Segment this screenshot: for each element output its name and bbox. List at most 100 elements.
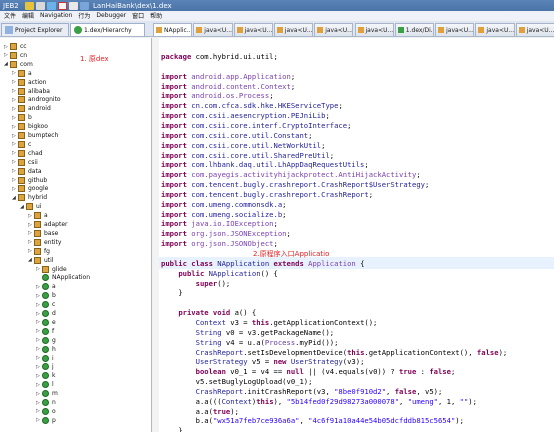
toolbar-icon-3[interactable] bbox=[47, 1, 56, 10]
code-tab[interactable]: java<U... bbox=[233, 23, 273, 36]
tab-label: 1.dex/Hierarchy bbox=[84, 26, 132, 34]
tree-class-item[interactable]: ▷ d bbox=[36, 309, 56, 318]
tree-item-label: c bbox=[52, 301, 56, 309]
tree-package-item[interactable]: ▷ b bbox=[12, 113, 32, 122]
tree-class-item[interactable]: ▷ h bbox=[36, 345, 56, 354]
tree-package-item[interactable]: ▷ entity bbox=[28, 238, 61, 247]
tree-item-label: fg bbox=[44, 247, 50, 255]
package-icon bbox=[18, 96, 25, 104]
code-tab[interactable]: java<U... bbox=[515, 23, 554, 36]
tree-class-item[interactable]: NApplication bbox=[36, 273, 90, 282]
tree-package-item[interactable]: ▷ adapter bbox=[28, 220, 67, 229]
code-tab[interactable]: java<U... bbox=[273, 23, 314, 36]
code-line: } bbox=[161, 425, 182, 432]
code-token: , bbox=[386, 386, 395, 396]
tree-package-item[interactable]: ▷ cc bbox=[4, 42, 27, 51]
tree-item-label: adapter bbox=[44, 221, 68, 228]
code-token: import bbox=[161, 160, 187, 170]
tree-package-item[interactable]: ▷ github bbox=[12, 176, 47, 185]
tree-package-item[interactable]: ◢ hybrid bbox=[12, 193, 47, 202]
tree-package-item[interactable]: ▷ andrognito bbox=[12, 95, 61, 104]
code-token: Context bbox=[195, 317, 226, 327]
code-token: v0_1 = v4 == bbox=[225, 367, 287, 377]
menu-file[interactable]: 文件 bbox=[4, 11, 16, 20]
code-token: import bbox=[161, 209, 187, 219]
tab-project-explorer[interactable]: Project Explorer bbox=[1, 23, 69, 36]
tree-class-item[interactable]: ▷ e bbox=[36, 318, 56, 327]
tree-package-item[interactable]: ▷ glide bbox=[36, 265, 67, 274]
tree-package-item[interactable]: ▷ data bbox=[12, 167, 42, 176]
code-tab[interactable]: NApplic... bbox=[153, 23, 193, 36]
menu-edit[interactable]: 编辑 bbox=[22, 11, 34, 20]
tree-item-label: b bbox=[52, 292, 56, 300]
tree-class-item[interactable]: ▷ k bbox=[36, 371, 55, 380]
class-icon bbox=[42, 372, 49, 380]
code-tab[interactable]: java<U... bbox=[314, 23, 354, 36]
code-tab[interactable]: 1.dex/Di... bbox=[394, 23, 435, 36]
app-name: JEB2 bbox=[3, 1, 19, 10]
tree-package-item[interactable]: ▷ base bbox=[28, 229, 58, 238]
code-token: a.a( bbox=[161, 406, 213, 416]
tree-package-item[interactable]: ▷ c bbox=[12, 140, 31, 149]
tree-package-item[interactable]: ▷ alibaba bbox=[12, 87, 50, 96]
class-icon bbox=[42, 310, 49, 317]
tree-package-item[interactable]: ▷ google bbox=[12, 184, 48, 193]
tree-class-item[interactable]: ▷ o bbox=[36, 407, 56, 416]
tree-package-item[interactable]: ◢ util bbox=[28, 256, 54, 265]
toolbar-icon-5[interactable] bbox=[69, 1, 78, 10]
tree-package-item[interactable]: ▷ bigkoo bbox=[12, 122, 48, 131]
code-tab[interactable]: java<U... bbox=[435, 23, 475, 36]
tree-class-item[interactable]: ▷ f bbox=[36, 327, 54, 336]
menu-window[interactable]: 窗口 bbox=[132, 11, 144, 20]
tree-package-item[interactable]: ◢ ui bbox=[20, 202, 41, 211]
class-icon bbox=[42, 354, 49, 362]
tree-class-item[interactable]: ▷ l bbox=[36, 380, 54, 389]
menu-navigation[interactable]: Navigation bbox=[40, 12, 72, 19]
java-file-icon bbox=[438, 27, 445, 33]
tree-package-item[interactable]: ▷ a bbox=[28, 211, 48, 220]
toolbar-icon-6[interactable] bbox=[80, 1, 89, 10]
tree-class-item[interactable]: ▷ b bbox=[36, 291, 56, 300]
tree-package-item[interactable]: ▷ action bbox=[12, 78, 46, 87]
code-tab[interactable]: java<U... bbox=[354, 23, 394, 36]
tree-package-item[interactable]: ▷ a bbox=[12, 69, 32, 78]
tree-class-item[interactable]: ▷ g bbox=[36, 336, 56, 345]
menu-action[interactable]: 行为 bbox=[78, 11, 90, 20]
code-token: Process bbox=[264, 337, 296, 347]
editor-gutter bbox=[153, 38, 159, 432]
tree-class-item[interactable]: ▷ p bbox=[36, 416, 56, 425]
tree-package-item[interactable]: ▷ android bbox=[12, 104, 51, 113]
package-icon bbox=[34, 247, 41, 255]
code-tab-label: java<U... bbox=[486, 26, 515, 34]
code-token: } bbox=[161, 288, 183, 298]
code-token: public bbox=[178, 268, 205, 278]
code-token: com.csii.core.util.SharedPreUtil bbox=[191, 150, 330, 160]
toolbar-icon-1[interactable] bbox=[25, 1, 34, 10]
tree-package-item[interactable]: ▷ fg bbox=[28, 247, 50, 256]
package-icon bbox=[18, 78, 25, 86]
code-tab[interactable]: java<U... bbox=[193, 23, 233, 36]
toolbar-icon-2[interactable] bbox=[36, 1, 45, 10]
tree-class-item[interactable]: ▷ m bbox=[36, 389, 58, 398]
tree-class-item[interactable]: ▷ a bbox=[36, 282, 56, 291]
code-token: new bbox=[273, 357, 287, 367]
tree-class-item[interactable]: ▷ j bbox=[36, 362, 54, 371]
tree-package-item[interactable]: ◢ com bbox=[4, 60, 33, 69]
tree-package-item[interactable]: ▷ csii bbox=[12, 158, 38, 167]
tree-item-label: f bbox=[52, 327, 55, 335]
tree-item-label: k bbox=[52, 372, 56, 380]
tree-package-item[interactable]: ▷ bumptech bbox=[12, 131, 58, 140]
tree-package-item[interactable]: ▷ chad bbox=[12, 149, 43, 158]
tree-package-item[interactable]: ▷ cn bbox=[4, 51, 27, 60]
code-token: .setIsDevelopmentDevice( bbox=[243, 347, 348, 357]
tree-class-item[interactable]: ▷ n bbox=[36, 398, 56, 407]
menu-help[interactable]: 帮助 bbox=[150, 11, 162, 20]
tree-class-item[interactable]: ▷ c bbox=[36, 300, 55, 309]
toolbar-icon-4[interactable] bbox=[58, 1, 67, 10]
tree-class-item[interactable]: ▷ i bbox=[36, 354, 54, 363]
java-file-icon bbox=[357, 27, 364, 33]
menu-debugger[interactable]: Debugger bbox=[96, 12, 126, 19]
code-tab[interactable]: java<U... bbox=[475, 23, 515, 36]
tab-hierarchy[interactable]: 1.dex/Hierarchy bbox=[70, 23, 145, 36]
